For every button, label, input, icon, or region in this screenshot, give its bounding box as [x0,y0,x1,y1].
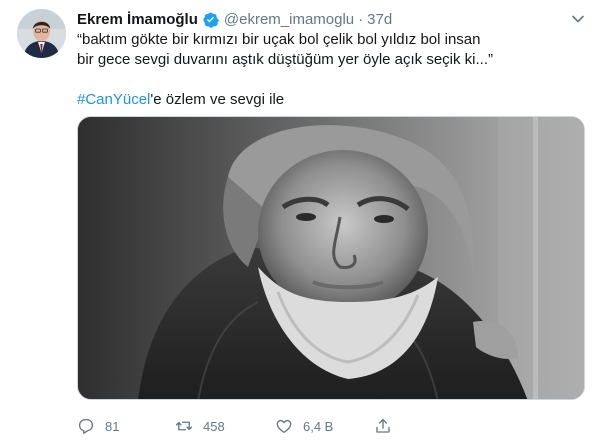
author-handle[interactable]: @ekrem_imamoglu [224,11,354,28]
heart-icon [276,419,292,434]
retweet-button[interactable]: 458 [175,417,225,435]
tweet-text-line-2: bir gece sevgi duvarını aştık düştüğüm y… [77,51,494,68]
tweet-photo[interactable] [77,116,585,400]
like-count: 6,4 B [303,418,334,434]
share-button[interactable] [374,417,392,435]
avatar[interactable] [17,9,66,58]
tweet-text: “baktım gökte bir kırmızı bir uçak bol ç… [77,30,585,110]
hashtag-link[interactable]: #CanYücel [77,91,150,108]
share-icon [376,418,390,433]
reply-button[interactable]: 81 [77,417,119,435]
tweet-header: Ekrem İmamoğlu @ekrem_imamoglu · 37d [77,9,392,29]
chevron-down-icon[interactable] [571,12,585,26]
tweet-text-line-3: #CanYücel'e özlem ve sevgi ile [77,90,585,110]
portrait-photo [78,117,584,399]
author-name[interactable]: Ekrem İmamoğlu [77,11,198,28]
hashtag-suffix: 'e özlem ve sevgi ile [150,91,285,108]
tweet-timestamp[interactable]: 37d [367,11,392,28]
reply-icon [78,418,94,434]
retweet-count: 458 [203,418,225,434]
reply-count: 81 [105,418,120,434]
retweet-icon [175,421,193,431]
like-button[interactable]: 6,4 B [275,417,333,435]
tweet-actions: 81 458 6,4 B [77,415,497,437]
tweet[interactable]: Ekrem İmamoğlu @ekrem_imamoglu · 37d “ba… [0,0,597,443]
verified-badge-icon [202,11,219,28]
separator-dot: · [358,10,364,28]
tweet-text-line-1: “baktım gökte bir kırmızı bir uçak bol ç… [77,31,481,48]
avatar-image [17,9,66,58]
